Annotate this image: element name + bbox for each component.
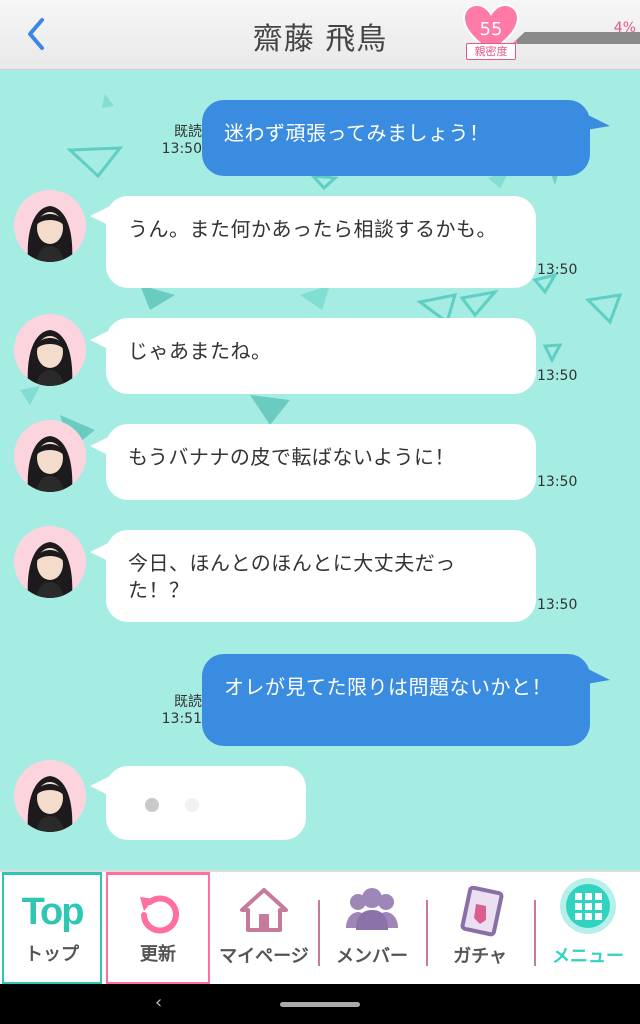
house-icon [240, 888, 288, 932]
message-row: 既読 13:50 迷わず頑張ってみましょう！ [0, 100, 640, 180]
nav-member-label: メンバー [336, 946, 408, 967]
read-receipt: 既読 13:51 [161, 694, 202, 727]
intimacy-progress-text: 4% [613, 20, 636, 36]
member-avatar[interactable] [14, 526, 86, 598]
typing-indicator-row [0, 760, 640, 840]
message-row: もうバナナの皮で転ばないように！ 13:50 [0, 420, 640, 500]
message-row: 既読 13:51 オレが見てた限りは問題ないかと！ [0, 654, 640, 750]
message-time: 13:50 [537, 262, 578, 278]
system-back-icon[interactable]: ‹ [155, 992, 162, 1013]
typing-dot [185, 798, 199, 812]
nav-member[interactable]: メンバー [320, 872, 424, 984]
nav-top[interactable]: Top トップ [2, 872, 102, 984]
outgoing-message-bubble[interactable]: オレが見てた限りは問題ないかと！ [202, 654, 590, 746]
bubble-tail [586, 114, 610, 130]
incoming-message-bubble[interactable]: うん。また何かあったら相談するかも。 [106, 196, 536, 288]
message-time: 13:50 [537, 474, 578, 490]
incoming-message-bubble[interactable]: 今日、ほんとのほんとに大丈夫だった！？ [106, 530, 536, 622]
message-time: 13:50 [537, 597, 578, 613]
avatar-image [14, 420, 86, 492]
nav-refresh-label: 更新 [140, 944, 176, 965]
intimacy-level: 55 [479, 19, 503, 40]
avatar-image [14, 526, 86, 598]
incoming-message-bubble[interactable]: もうバナナの皮で転ばないように！ [106, 424, 536, 500]
read-receipt: 既読 13:50 [161, 124, 202, 157]
avatar-image [14, 190, 86, 262]
outgoing-message-bubble[interactable]: 迷わず頑張ってみましょう！ [202, 100, 590, 176]
nav-mypage[interactable]: マイページ [212, 872, 316, 984]
intimacy-label: 親密度 [466, 43, 516, 60]
message-row: うん。また何かあったら相談するかも。 13:50 [0, 190, 640, 290]
card-icon [460, 886, 504, 937]
nav-gacha-label: ガチャ [453, 946, 507, 967]
avatar-image [14, 760, 86, 832]
nav-refresh[interactable]: 更新 [106, 872, 210, 984]
app-header: 齋藤 飛鳥 4% 55 親密度 [0, 0, 640, 70]
typing-indicator-bubble [106, 766, 306, 840]
nav-mypage-label: マイページ [219, 946, 309, 967]
member-avatar[interactable] [14, 420, 86, 492]
system-nav-bar: ‹ [0, 984, 640, 1024]
nav-menu-label: メニュー [552, 946, 624, 967]
message-row: じゃあまたね。 13:50 [0, 314, 640, 394]
avatar-image [14, 314, 86, 386]
member-avatar[interactable] [14, 760, 86, 832]
people-icon [346, 888, 398, 930]
message-time: 13:50 [537, 368, 578, 384]
bottom-nav: Top トップ 更新 マイページ メンバー ガチャ メニュー [0, 870, 640, 984]
member-avatar[interactable] [14, 314, 86, 386]
grid-icon [560, 878, 616, 934]
message-row: 今日、ほんとのほんとに大丈夫だった！？ 13:50 [0, 526, 640, 626]
system-home-handle[interactable] [280, 1002, 360, 1007]
member-avatar[interactable] [14, 190, 86, 262]
typing-dot [145, 798, 159, 812]
nav-gacha[interactable]: ガチャ [428, 872, 532, 984]
nav-top-label: トップ [25, 944, 79, 965]
refresh-icon [140, 895, 179, 934]
chat-area[interactable]: 既読 13:50 迷わず頑張ってみましょう！ うん。また何かあったら相談するかも。… [0, 70, 640, 870]
nav-menu[interactable]: メニュー [536, 872, 640, 984]
incoming-message-bubble[interactable]: じゃあまたね。 [106, 318, 536, 394]
top-logo-icon: Top [21, 891, 85, 933]
bubble-tail [586, 668, 610, 684]
